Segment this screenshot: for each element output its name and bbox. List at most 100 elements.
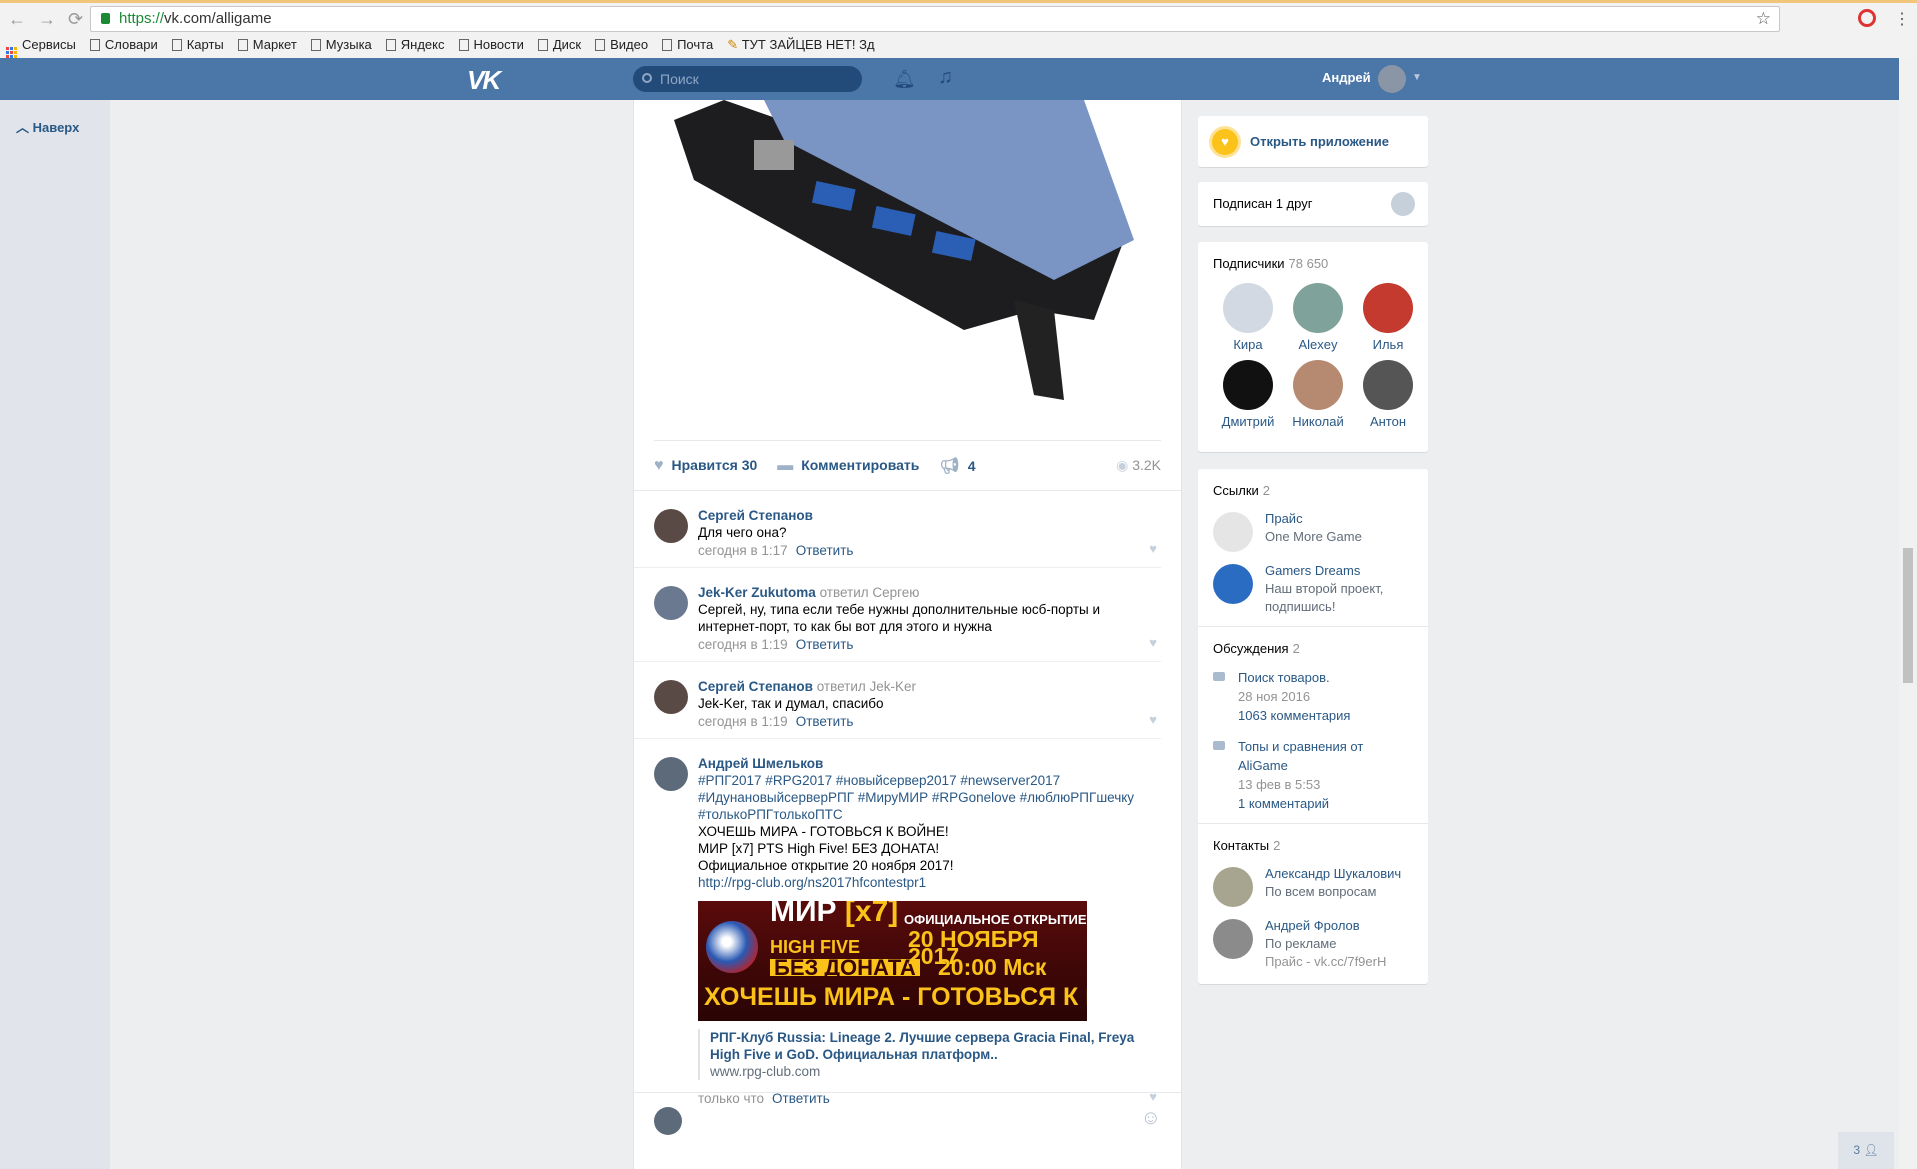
subscriber[interactable]: Дмитрий [1213, 360, 1283, 429]
heart-icon[interactable]: ♥ [1149, 711, 1157, 728]
left-scroll-area[interactable] [0, 100, 110, 1169]
heart-icon[interactable]: ♥ [1149, 634, 1157, 651]
hashtags[interactable]: #толькоРПГтолькоПТС [698, 806, 1141, 823]
hashtags[interactable]: #ИдунановыйсерверРПГ #МируМИР #RPGonelov… [698, 789, 1141, 806]
comment-icon: ▬ [777, 456, 794, 474]
link-snippet[interactable]: РПГ-Клуб Russia: Lineage 2. Лучшие серве… [698, 1029, 1141, 1080]
vk-logo[interactable]: VK [467, 65, 501, 96]
scrollbar[interactable] [1899, 58, 1917, 1169]
dog-avatar-icon [1391, 192, 1415, 216]
search-input[interactable]: Поиск [633, 66, 862, 92]
subscriber[interactable]: Alexey [1283, 283, 1353, 352]
like-button[interactable]: ♥ Нравится 30 [654, 457, 757, 475]
page-icon [595, 39, 606, 51]
bookmark[interactable]: ✎ ТУТ ЗАЙЦЕВ НЕТ! Зд [727, 37, 874, 58]
reply-button[interactable]: Ответить [796, 714, 854, 729]
friend-subscribed[interactable]: Подписан 1 друг [1198, 182, 1428, 226]
page-icon [385, 39, 396, 51]
bookmark-apps[interactable]: Сервисы [6, 37, 76, 58]
block-title[interactable]: Подписчики 78 650 [1213, 256, 1413, 271]
bell-icon[interactable]: 🔔︎ [893, 69, 916, 90]
reply-button[interactable]: Ответить [796, 637, 854, 652]
nav-buttons[interactable]: ←→⟳ [8, 9, 95, 30]
avatar [654, 1107, 682, 1135]
comment-icon [1213, 741, 1225, 750]
comment-author[interactable]: Сергей Степанов [698, 679, 813, 694]
page-icon [171, 39, 182, 51]
user-name[interactable]: Андрей [1322, 70, 1371, 85]
browser-chrome: ←→⟳ https://vk.com/alligame ☆ ⋮ Сервисы С… [0, 0, 1917, 58]
comment-author[interactable]: Андрей Шмельков [698, 756, 823, 771]
bookmark[interactable]: Почта [662, 37, 713, 58]
subscriber[interactable]: Кира [1213, 283, 1283, 352]
comment-button[interactable]: ▬ Комментировать [777, 457, 919, 475]
menu-icon[interactable]: ⋮ [1894, 9, 1910, 29]
heart-icon: ♥ [1212, 128, 1238, 155]
reply-button[interactable]: Ответить [796, 543, 854, 558]
bookmark[interactable]: Словари [89, 37, 158, 58]
post-image[interactable] [634, 100, 1183, 430]
vk-header: VK Поиск 🔔︎ ♫ Андрей ▼ [0, 58, 1899, 100]
bookmark[interactable]: Диск [537, 37, 581, 58]
comment-link[interactable]: http://rpg-club.org/ns2017hfcontestpr1 [698, 874, 1141, 891]
music-icon[interactable]: ♫ [938, 66, 953, 89]
subscriber[interactable]: Антон [1353, 360, 1423, 429]
bookmark[interactable]: Карты [171, 37, 224, 58]
link-item[interactable]: Прайс One More Game [1213, 510, 1413, 552]
comment-author[interactable]: Сергей Степанов [698, 508, 813, 523]
wall-post: ♥ Нравится 30 ▬ Комментировать 📢︎ 4 ◉ 3.2K … [633, 100, 1182, 1169]
page-icon [310, 39, 321, 51]
comments-list: Сергей Степанов Для чего она? сегодня в … [634, 490, 1181, 1115]
bookmarks-bar: Сервисы Словари Карты Маркет Музыка Янде… [6, 37, 875, 58]
bookmark[interactable]: Музыка [310, 37, 372, 58]
avatar[interactable] [1378, 65, 1406, 93]
extension-icon[interactable] [1858, 9, 1876, 27]
comment-time[interactable]: сегодня в 1:17 [698, 543, 788, 558]
bookmark-star-icon[interactable]: ☆ [1756, 7, 1771, 31]
contact-item[interactable]: Андрей Фролов По рекламе Прайс - vk.cc/7f9… [1213, 917, 1413, 971]
scrollbar-thumb[interactable] [1903, 548, 1913, 683]
comment-text: Сергей, ну, типа если тебе нужны дополни… [698, 602, 1101, 634]
link-banner-image[interactable]: МИР [x7] HIGH FIVE БЕЗ ДОНАТА ОФИЦИАЛЬНО… [698, 901, 1087, 1021]
bookmark[interactable]: Яндекс [385, 37, 445, 58]
comment-composer[interactable]: ☺ [634, 1092, 1181, 1169]
page-icon [237, 39, 248, 51]
contacts-section: Контакты 2 Александр Шукалович По всем воп… [1198, 824, 1428, 981]
link-item[interactable]: Gamers Dreams Наш второй проект, подпишис… [1213, 562, 1413, 616]
bookmark[interactable]: Новости [458, 37, 524, 58]
avatar[interactable] [654, 586, 688, 620]
online-friends-badge[interactable]: 3 👤︎ [1838, 1132, 1894, 1169]
comment-time[interactable]: сегодня в 1:19 [698, 714, 788, 729]
subscriber[interactable]: Илья [1353, 283, 1423, 352]
avatar[interactable] [654, 680, 688, 714]
avatar[interactable] [654, 509, 688, 543]
chevron-up-icon: ︿ [16, 120, 30, 135]
apps-icon [6, 47, 17, 58]
info-block: Ссылки 2 Прайс One More Game Gamers Dreams… [1198, 469, 1428, 984]
address-bar[interactable]: https://vk.com/alligame ☆ [90, 6, 1780, 32]
comment-author[interactable]: Jek-Ker Zukutoma [698, 585, 816, 600]
subscriber[interactable]: Николай [1283, 360, 1353, 429]
eye-icon: ◉ [1116, 457, 1129, 473]
share-button[interactable]: 📢︎ 4 [939, 456, 975, 476]
contact-item[interactable]: Александр Шукалович По всем вопросам [1213, 865, 1413, 907]
bookmark[interactable]: Маркет [237, 37, 297, 58]
avatar[interactable] [654, 757, 688, 791]
comment: Сергей Степанов ответил Jek-Ker Jek-Ker,… [634, 662, 1161, 739]
links-section: Ссылки 2 Прайс One More Game Gamers Dreams… [1198, 469, 1428, 627]
open-app-button[interactable]: ♥ Открыть приложение [1198, 116, 1428, 167]
page-icon [537, 39, 548, 51]
hashtags[interactable]: #РПГ2017 #RPG2017 #новыйсервер2017 #news… [698, 772, 1141, 789]
views-count: ◉ 3.2K [1116, 457, 1161, 473]
globe-logo [706, 921, 758, 973]
discussion-item[interactable]: Топы и сравнения от AliGame 13 фев в 5:53… [1213, 737, 1413, 813]
scroll-top-button[interactable]: ︿ Наверх [16, 117, 79, 136]
bookmark[interactable]: Видео [595, 37, 648, 58]
comment-time[interactable]: сегодня в 1:19 [698, 637, 788, 652]
comment-icon [1213, 672, 1225, 681]
discussion-item[interactable]: Поиск товаров. 28 ноя 2016 1063 комментари… [1213, 668, 1413, 725]
comment: Андрей Шмельков #РПГ2017 #RPG2017 #новый… [634, 739, 1161, 1115]
emoji-icon[interactable]: ☺ [1141, 1107, 1161, 1130]
chevron-down-icon[interactable]: ▼ [1412, 72, 1422, 83]
heart-icon[interactable]: ♥ [1149, 540, 1157, 557]
